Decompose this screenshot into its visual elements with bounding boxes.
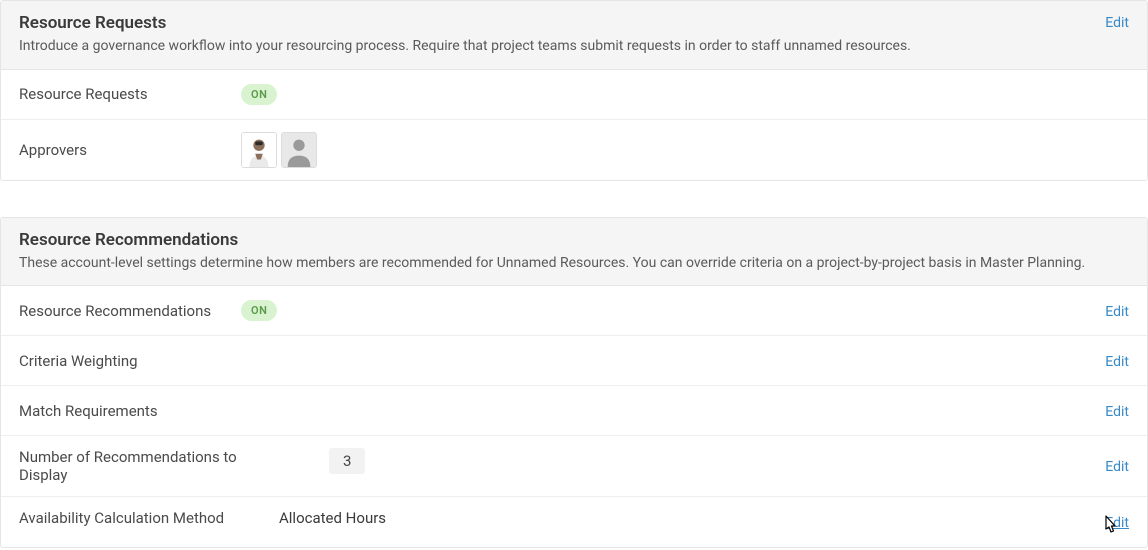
availability-method-label: Availability Calculation Method — [19, 509, 279, 527]
approvers-label: Approvers — [19, 141, 241, 159]
resource-requests-status-row: Resource Requests ON — [1, 70, 1147, 120]
recommendations-status-row: Resource Recommendations ON Edit — [1, 286, 1147, 336]
recommendations-status-pill: ON — [241, 300, 277, 321]
resource-recommendations-description: These account-level settings determine h… — [19, 254, 1129, 274]
num-recommendations-edit-link[interactable]: Edit — [1105, 457, 1129, 475]
num-recommendations-row: Number of Recommendations to Display 3 E… — [1, 436, 1147, 497]
approver-avatar-2[interactable] — [281, 132, 317, 168]
resource-requests-edit-link[interactable]: Edit — [1105, 13, 1129, 31]
resource-recommendations-card: Resource Recommendations These account-l… — [0, 217, 1148, 549]
resource-requests-status-pill: ON — [241, 84, 277, 105]
match-requirements-row: Match Requirements Edit — [1, 386, 1147, 436]
approvers-row: Approvers — [1, 120, 1147, 180]
match-requirements-label: Match Requirements — [19, 402, 241, 420]
availability-method-value: Allocated Hours — [279, 509, 386, 527]
num-recommendations-label: Number of Recommendations to Display — [19, 448, 279, 484]
resource-requests-description: Introduce a governance workflow into you… — [19, 37, 1085, 57]
approver-avatar-1[interactable] — [241, 132, 277, 168]
resource-recommendations-title: Resource Recommendations — [19, 230, 1129, 250]
approvers-avatars — [241, 132, 317, 168]
num-recommendations-value: 3 — [329, 448, 365, 474]
person-photo-icon — [242, 133, 276, 167]
recommendations-status-edit-link[interactable]: Edit — [1105, 302, 1129, 320]
recommendations-status-label: Resource Recommendations — [19, 302, 241, 320]
availability-method-row: Availability Calculation Method Allocate… — [1, 497, 1147, 547]
resource-requests-card: Resource Requests Introduce a governance… — [0, 0, 1148, 181]
criteria-weighting-label: Criteria Weighting — [19, 352, 241, 370]
resource-recommendations-header: Resource Recommendations These account-l… — [1, 218, 1147, 287]
criteria-weighting-row: Criteria Weighting Edit — [1, 336, 1147, 386]
availability-method-edit-link[interactable]: Edit — [1105, 513, 1129, 531]
resource-requests-status-label: Resource Requests — [19, 85, 241, 103]
match-requirements-edit-link[interactable]: Edit — [1105, 402, 1129, 420]
person-placeholder-icon — [282, 133, 316, 167]
resource-requests-header: Resource Requests Introduce a governance… — [1, 1, 1147, 70]
resource-requests-title: Resource Requests — [19, 13, 1085, 33]
criteria-weighting-edit-link[interactable]: Edit — [1105, 352, 1129, 370]
